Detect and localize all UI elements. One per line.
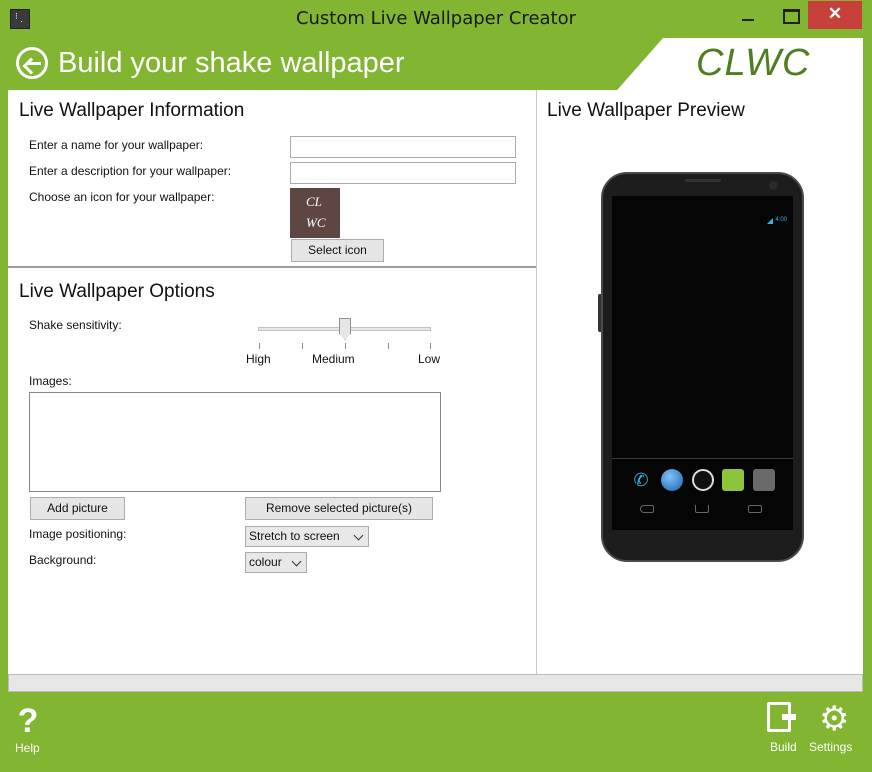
phone-preview: 4:00 ✆ bbox=[601, 172, 804, 562]
wallpaper-icon-preview: CL WC bbox=[290, 188, 340, 238]
phone-call-icon: ✆ bbox=[633, 470, 649, 490]
chevron-down-icon bbox=[291, 556, 302, 567]
progress-bar bbox=[8, 674, 863, 692]
phone-speaker bbox=[685, 179, 721, 182]
images-label: Images: bbox=[29, 374, 72, 388]
select-icon-button[interactable]: Select icon bbox=[291, 239, 384, 262]
preview-section-title: Live Wallpaper Preview bbox=[547, 100, 745, 121]
icon-label: Choose an icon for your wallpaper: bbox=[29, 190, 215, 204]
info-section-title: Live Wallpaper Information bbox=[19, 100, 245, 121]
slider-tick bbox=[388, 343, 389, 349]
close-icon: ✕ bbox=[827, 4, 843, 23]
name-input[interactable] bbox=[290, 136, 516, 158]
description-label: Enter a description for your wallpaper: bbox=[29, 164, 232, 178]
signal-icon bbox=[767, 218, 773, 224]
camera-app-icon bbox=[753, 469, 775, 491]
back-nav-icon bbox=[640, 505, 654, 513]
home-nav-icon bbox=[695, 505, 709, 513]
browser-globe-icon bbox=[661, 469, 683, 491]
page-header: Build your shake wallpaper CLWC bbox=[8, 38, 863, 90]
slider-tick bbox=[302, 343, 303, 349]
icon-text-top: CL bbox=[306, 194, 322, 209]
main-window: Build your shake wallpaper CLWC Live Wal… bbox=[8, 38, 863, 692]
help-icon[interactable]: ? bbox=[16, 702, 40, 741]
slider-label-low: Low bbox=[418, 352, 441, 366]
chevron-down-icon bbox=[353, 530, 364, 541]
page-title: Build your shake wallpaper bbox=[58, 47, 405, 79]
options-section-title: Live Wallpaper Options bbox=[19, 281, 215, 302]
slider-tick bbox=[259, 343, 260, 349]
name-label: Enter a name for your wallpaper: bbox=[29, 138, 204, 152]
settings-gear-icon[interactable]: ⚙ bbox=[819, 702, 849, 736]
positioning-select[interactable]: Stretch to screen bbox=[245, 526, 369, 547]
dock-divider bbox=[612, 458, 793, 459]
back-arrow-icon[interactable] bbox=[16, 47, 48, 79]
slider-label-high: High bbox=[246, 352, 271, 366]
vertical-divider bbox=[536, 90, 537, 674]
images-list[interactable] bbox=[29, 392, 441, 492]
add-picture-button[interactable]: Add picture bbox=[30, 497, 125, 520]
description-input[interactable] bbox=[290, 162, 516, 184]
background-select[interactable]: colour bbox=[245, 552, 307, 573]
help-label[interactable]: Help bbox=[15, 741, 40, 755]
slider-tick bbox=[345, 343, 346, 349]
sensitivity-slider-thumb[interactable] bbox=[339, 318, 351, 340]
shake-sensitivity-label: Shake sensitivity: bbox=[29, 318, 122, 332]
close-button[interactable]: ✕ bbox=[808, 1, 862, 29]
status-time: 4:00 bbox=[775, 217, 787, 223]
settings-label[interactable]: Settings bbox=[809, 740, 852, 754]
background-label: Background: bbox=[29, 553, 97, 567]
minimize-button[interactable] bbox=[726, 1, 772, 29]
background-value: colour bbox=[249, 555, 282, 569]
horizontal-divider bbox=[8, 266, 536, 268]
build-icon[interactable] bbox=[767, 702, 796, 732]
positioning-label: Image positioning: bbox=[29, 527, 127, 541]
phone-screen: 4:00 ✆ bbox=[612, 196, 793, 530]
slider-label-medium: Medium bbox=[312, 352, 355, 366]
title-bar: ⁝ · Custom Live Wallpaper Creator ✕ bbox=[0, 0, 872, 38]
phone-camera bbox=[769, 181, 778, 190]
slider-tick bbox=[430, 343, 431, 349]
icon-text-bottom: WC bbox=[306, 215, 326, 230]
recents-nav-icon bbox=[748, 505, 762, 513]
remove-picture-button[interactable]: Remove selected picture(s) bbox=[245, 497, 433, 520]
logo: CLWC bbox=[696, 42, 811, 84]
build-label[interactable]: Build bbox=[770, 740, 797, 754]
app-drawer-icon bbox=[692, 469, 714, 491]
maximize-button[interactable] bbox=[772, 1, 808, 29]
positioning-value: Stretch to screen bbox=[249, 529, 340, 543]
messaging-icon bbox=[722, 469, 744, 491]
footer-bar bbox=[0, 692, 872, 772]
